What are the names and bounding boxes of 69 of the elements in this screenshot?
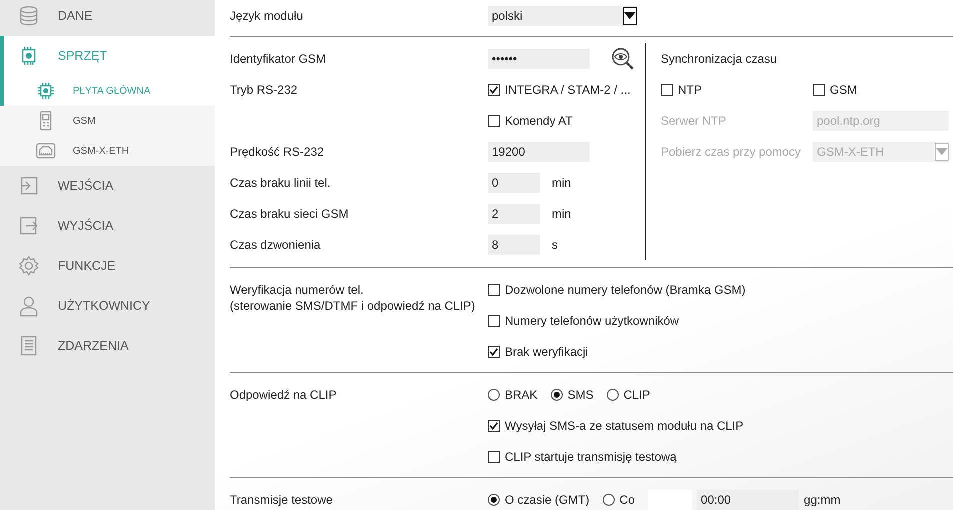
unit-label: s: [552, 238, 558, 252]
field-label: Czas dzwonienia: [230, 238, 322, 252]
input-field[interactable]: 0: [488, 172, 540, 192]
radio-button[interactable]: [488, 494, 500, 506]
radio-label: CLIP: [624, 388, 650, 402]
field-label: Czas braku sieci GSM: [230, 206, 350, 220]
checkbox[interactable]: [488, 114, 500, 126]
unit-label: gg:mm: [804, 492, 841, 506]
checkbox[interactable]: [488, 314, 500, 326]
chip-icon: [36, 81, 56, 101]
eye-magnifier-icon[interactable]: [611, 46, 635, 70]
sidebar-item[interactable]: DANE: [0, 0, 215, 36]
unit-label: min: [552, 206, 572, 220]
checkbox[interactable]: [488, 284, 500, 296]
checkbox-label: GSM: [830, 82, 858, 96]
radio-button[interactable]: [550, 388, 563, 400]
field-label: Identyfikator GSM: [230, 52, 328, 66]
checkbox-label: INTEGRA / STAM-2 / ...: [505, 82, 631, 96]
sidebar-subitem[interactable]: GSM-X-ETH: [0, 136, 215, 166]
checkbox-label: Dozwolone numery telefonów (Bramka GSM): [505, 282, 746, 296]
radio-button[interactable]: [606, 388, 619, 400]
radio-button[interactable]: [488, 388, 500, 400]
radio-label: Co: [620, 492, 636, 506]
field-label: Język modułu: [230, 8, 304, 22]
checkbox[interactable]: [488, 420, 500, 432]
section-title: Synchronizacja czasu: [661, 52, 778, 66]
user-icon: [18, 295, 40, 317]
sidebar-item[interactable]: WYJŚCIA: [0, 206, 215, 246]
caret-icon: [624, 12, 636, 20]
caret-icon: [936, 148, 948, 156]
field-label: Pobierz czas przy pomocy: [661, 144, 802, 158]
field-label: Czas braku linii tel.: [230, 176, 332, 190]
field-label: Prędkość RS-232: [230, 144, 326, 158]
field-label: Tryb RS-232: [230, 82, 299, 96]
sidebar-item[interactable]: WEJŚCIA: [0, 166, 215, 206]
checkbox-label: CLIP startuje transmisję testową: [505, 450, 677, 464]
field-label: Transmisje testowe: [230, 492, 334, 506]
checkbox[interactable]: [813, 84, 825, 96]
checkbox-label: Brak weryfikacji: [505, 344, 588, 358]
field-label: Odpowiedź na CLIP: [230, 388, 338, 402]
radio-label: SMS: [568, 388, 594, 402]
field-label: Serwer NTP: [661, 114, 728, 128]
input-field[interactable]: 8: [488, 234, 540, 254]
input-field[interactable]: 19200: [488, 142, 590, 162]
field-label: Weryfikacja numerów tel.: [230, 283, 365, 297]
time-field[interactable]: 00:00: [697, 490, 800, 510]
checkbox[interactable]: [488, 84, 500, 96]
password-field[interactable]: ••••••: [488, 48, 590, 68]
field-note: (sterowanie SMS/DTMF i odpowiedź na CLIP): [230, 299, 476, 313]
checkbox[interactable]: [488, 450, 500, 462]
radio-button[interactable]: [602, 494, 615, 506]
checkbox-label: Wysyłaj SMS-a ze statusem modułu na CLIP: [505, 418, 744, 432]
checkbox-label: NTP: [678, 82, 702, 96]
settings-icon: [18, 255, 40, 277]
database-icon: [18, 5, 40, 27]
sidebar-subitem[interactable]: GSM: [0, 106, 215, 136]
radio-label: O czasie (GMT): [505, 492, 590, 506]
radio-label: BRAK: [505, 388, 538, 402]
dropdown[interactable]: polski: [488, 6, 637, 26]
sidebar-item[interactable]: ZDARZENIA: [0, 326, 215, 366]
checkbox[interactable]: [488, 346, 500, 358]
input-field[interactable]: 2: [488, 204, 540, 224]
sidebar-item[interactable]: FUNKCJE: [0, 246, 215, 286]
checkbox[interactable]: [661, 84, 673, 96]
sidebar-item[interactable]: UŻYTKOWNICY: [0, 286, 215, 326]
checkbox-label: Numery telefonów użytkowników: [505, 314, 680, 328]
checkbox-label: Komendy AT: [505, 114, 573, 128]
unit-label: min: [552, 176, 572, 190]
network-port-icon: [36, 141, 56, 161]
